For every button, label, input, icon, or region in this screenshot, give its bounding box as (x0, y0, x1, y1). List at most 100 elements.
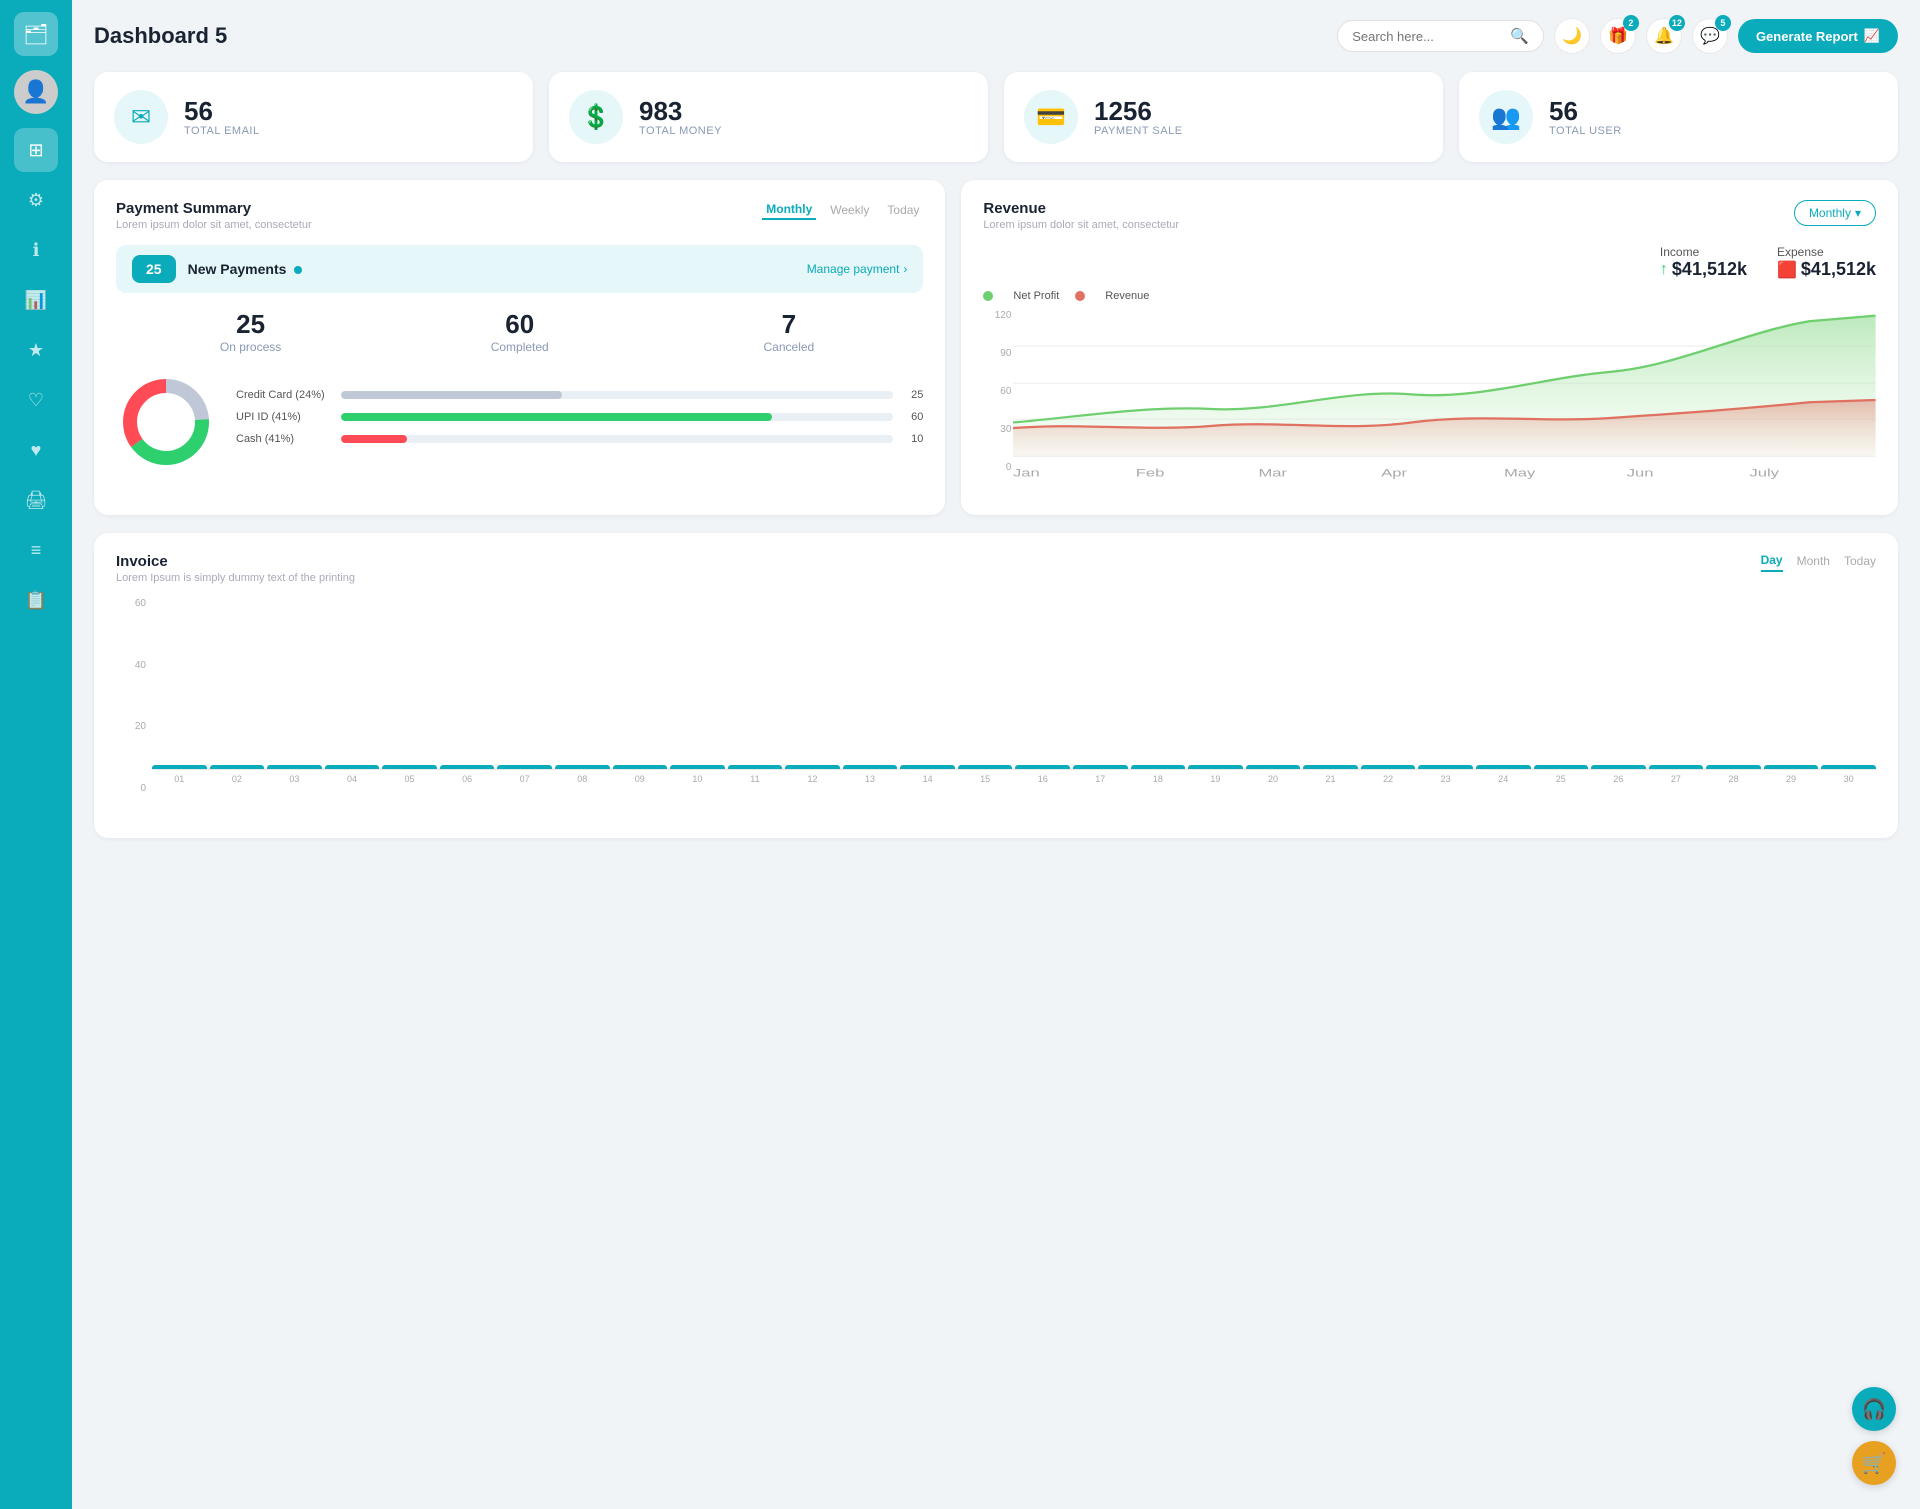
money-label: TOTAL MONEY (639, 125, 722, 137)
stat-card-payment: 💳 1256 PAYMENT SALE (1004, 72, 1443, 162)
bell-badge: 12 (1669, 15, 1685, 31)
bar-rect-18 (1131, 765, 1186, 769)
credit-fill (341, 391, 562, 399)
bar-rect-21 (1303, 765, 1358, 769)
tab-payment-monthly[interactable]: Monthly (762, 200, 816, 220)
x-mar: Mar (1259, 467, 1288, 480)
fab-support[interactable]: 🎧 (1852, 1387, 1896, 1431)
tab-invoice-day[interactable]: Day (1761, 553, 1783, 572)
sidebar-item-print[interactable]: 🖨 (14, 478, 58, 522)
chat-btn[interactable]: 💬 5 (1692, 18, 1728, 54)
new-payments-label: New Payments (188, 261, 303, 277)
bar-rect-28 (1706, 765, 1761, 769)
tab-payment-weekly[interactable]: Weekly (826, 201, 873, 219)
doc-icon: 📋 (25, 590, 47, 611)
info-icon: ℹ (33, 240, 40, 261)
revenue-legend-label: Revenue (1105, 290, 1149, 302)
notifications-btn[interactable]: 🎁 2 (1600, 18, 1636, 54)
bar-rect-4 (325, 765, 380, 769)
dark-mode-btn[interactable]: 🌙 (1554, 18, 1590, 54)
x-label-13: 13 (843, 774, 898, 784)
user-num: 56 (1549, 97, 1622, 126)
income-val: $41,512k (1672, 259, 1747, 280)
tab-invoice-month[interactable]: Month (1797, 554, 1830, 571)
payment-num: 1256 (1094, 97, 1183, 126)
invoice-card: Invoice Lorem Ipsum is simply dummy text… (94, 533, 1898, 838)
invoice-x-labels: 0102030405060708091011121314151617181920… (152, 774, 1876, 784)
donut-svg (116, 372, 216, 472)
net-profit-legend-label: Net Profit (1013, 290, 1059, 302)
x-label-24: 24 (1476, 774, 1531, 784)
revenue-dropdown-label: Monthly (1809, 206, 1851, 220)
upi-label: UPI ID (41%) (236, 411, 331, 423)
user-icon-wrap: 👥 (1479, 90, 1533, 144)
chart-bar-icon: 📈 (1864, 28, 1880, 44)
sidebar-item-list[interactable]: ≡ (14, 528, 58, 572)
bell-btn[interactable]: 🔔 12 (1646, 18, 1682, 54)
bar-col-21 (1303, 765, 1358, 769)
bar-col-15 (958, 765, 1013, 769)
payment-summary-titles: Payment Summary Lorem ipsum dolor sit am… (116, 200, 312, 231)
tab-invoice-today[interactable]: Today (1844, 554, 1876, 571)
x-apr: Apr (1382, 467, 1408, 480)
bar-rect-10 (670, 765, 725, 769)
tab-payment-today[interactable]: Today (883, 201, 923, 219)
fab-cart[interactable]: 🛒 (1852, 1441, 1896, 1485)
print-icon: 🖨 (25, 490, 48, 511)
search-input[interactable] (1352, 29, 1502, 44)
bar-col-13 (843, 765, 898, 769)
email-icon: ✉ (131, 103, 151, 132)
email-icon-wrap: ✉ (114, 90, 168, 144)
generate-report-button[interactable]: Generate Report 📈 (1738, 19, 1898, 53)
search-box[interactable]: 🔍 (1337, 20, 1544, 52)
upi-val: 60 (903, 411, 923, 423)
bar-col-8 (555, 765, 610, 769)
sidebar-logo[interactable]: 🗂 (14, 12, 58, 56)
money-icon: 💲 (581, 103, 611, 132)
bar-col-4 (325, 765, 380, 769)
expense-arrow-icon: 🟥 (1777, 260, 1797, 280)
x-label-20: 20 (1246, 774, 1301, 784)
x-label-26: 26 (1591, 774, 1646, 784)
net-profit-legend-dot (983, 291, 993, 301)
invoice-subtitle: Lorem Ipsum is simply dummy text of the … (116, 572, 355, 584)
user-avatar[interactable]: 👤 (14, 70, 58, 114)
x-label-17: 17 (1073, 774, 1128, 784)
sidebar-item-heart1[interactable]: ♡ (14, 378, 58, 422)
bar-rect-20 (1246, 765, 1301, 769)
sidebar-item-analytics[interactable]: 📊 (14, 278, 58, 322)
sidebar-item-star[interactable]: ★ (14, 328, 58, 372)
invoice-titles: Invoice Lorem Ipsum is simply dummy text… (116, 553, 355, 584)
expense-meta: Expense 🟥 $41,512k (1777, 245, 1876, 280)
sidebar-item-settings[interactable]: ⚙ (14, 178, 58, 222)
x-label-9: 09 (613, 774, 668, 784)
credit-val: 25 (903, 389, 923, 401)
sidebar-item-heart2[interactable]: ♥ (14, 428, 58, 472)
stat-completed: 60 Completed (385, 309, 654, 354)
completed-label: Completed (385, 340, 654, 354)
bar-col-17 (1073, 765, 1128, 769)
manage-link-text: Manage payment (807, 262, 900, 276)
credit-label: Credit Card (24%) (236, 389, 331, 401)
revenue-dropdown-btn[interactable]: Monthly ▾ (1794, 200, 1876, 226)
credit-track (341, 391, 893, 399)
cash-label: Cash (41%) (236, 433, 331, 445)
x-label-25: 25 (1534, 774, 1589, 784)
inv-y-0: 0 (116, 783, 146, 794)
sidebar-item-dashboard[interactable]: ⊞ (14, 128, 58, 172)
y-label-90: 90 (983, 348, 1011, 359)
list-icon: ≡ (31, 540, 42, 561)
bar-rect-19 (1188, 765, 1243, 769)
sidebar-item-doc[interactable]: 📋 (14, 578, 58, 622)
y-label-30: 30 (983, 424, 1011, 435)
revenue-card: Revenue Lorem ipsum dolor sit amet, cons… (961, 180, 1898, 515)
bar-rect-5 (382, 765, 437, 769)
x-jan: Jan (1013, 467, 1040, 480)
dashboard-icon: ⊞ (28, 140, 43, 161)
bar-col-3 (267, 765, 322, 769)
inv-y-20: 20 (116, 721, 146, 732)
payment-icon-wrap: 💳 (1024, 90, 1078, 144)
x-label-7: 07 (497, 774, 552, 784)
manage-payment-link[interactable]: Manage payment › (807, 262, 908, 276)
sidebar-item-info[interactable]: ℹ (14, 228, 58, 272)
